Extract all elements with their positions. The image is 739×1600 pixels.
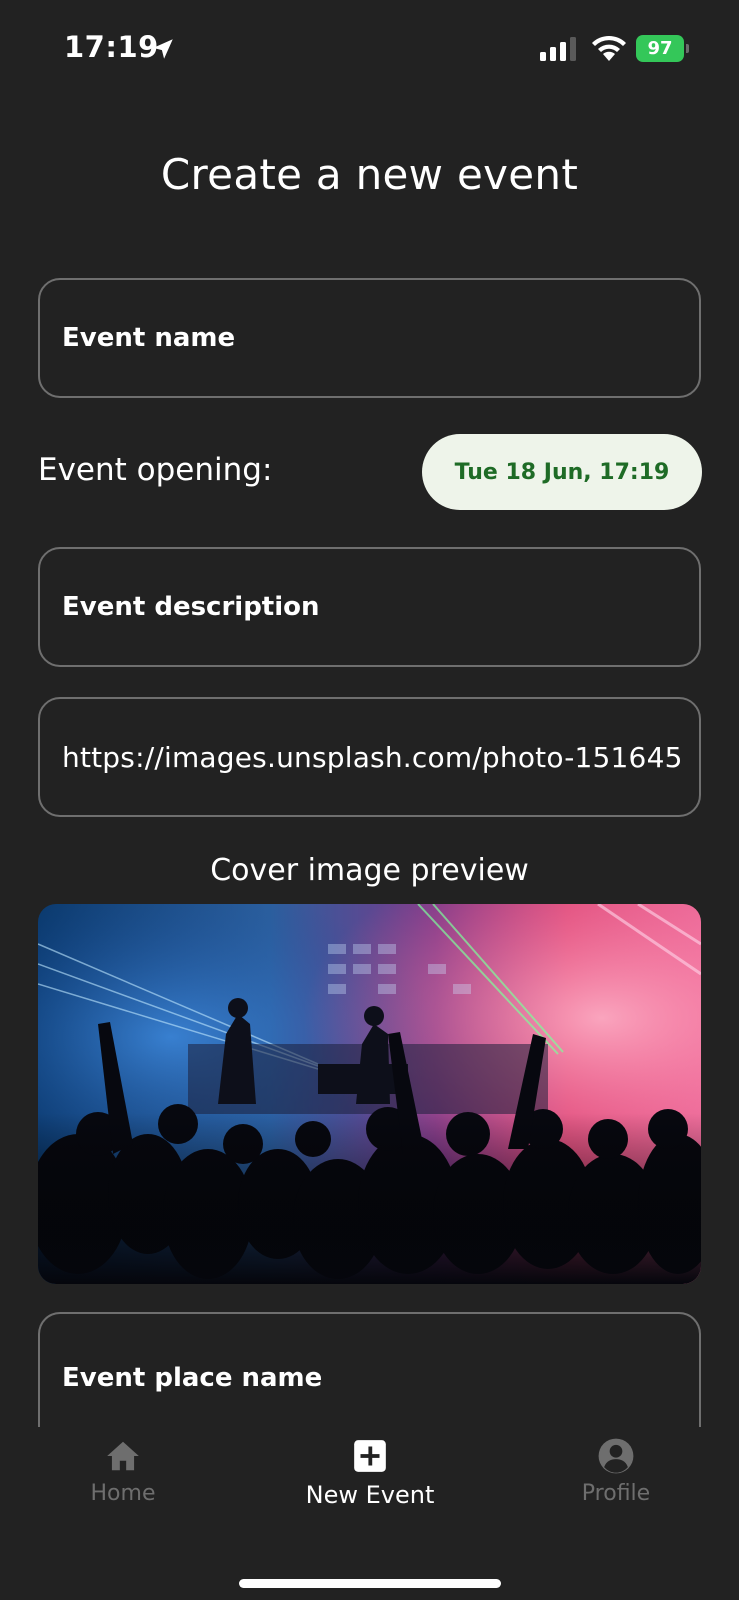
status-time: 17:19	[64, 30, 159, 64]
home-icon	[107, 1441, 139, 1471]
event-name-label: Event name	[62, 323, 236, 353]
cover-preview-caption: Cover image preview	[210, 853, 529, 888]
event-description-field[interactable]: Event description	[38, 547, 701, 667]
user-circle-icon	[598, 1438, 634, 1474]
event-place-field[interactable]: Event place name	[38, 1312, 701, 1442]
cellular-signal-icon	[540, 37, 576, 61]
home-indicator[interactable]	[239, 1579, 501, 1588]
cover-url-value: https://images.unsplash.com/photo-151645	[62, 740, 683, 774]
event-opening-label: Event opening:	[38, 452, 273, 488]
cover-image-preview	[38, 904, 701, 1284]
bottom-tab-bar: Home New Event Profile	[0, 1427, 739, 1600]
tab-home[interactable]: Home	[23, 1437, 223, 1506]
wifi-icon	[592, 35, 626, 61]
cover-url-field[interactable]: https://images.unsplash.com/photo-151645	[38, 697, 701, 817]
tab-profile[interactable]: Profile	[516, 1437, 716, 1506]
status-bar: 17:19 97	[0, 0, 739, 100]
plus-square-icon	[354, 1440, 386, 1472]
location-arrow-icon	[153, 39, 173, 59]
tab-new-event[interactable]: New Event	[270, 1437, 470, 1509]
event-description-label: Event description	[62, 592, 320, 622]
tab-home-label: Home	[90, 1481, 156, 1506]
battery-icon: 97	[636, 35, 689, 62]
event-opening-date-button[interactable]: Tue 18 Jun, 17:19	[422, 434, 702, 510]
event-name-field[interactable]: Event name	[38, 278, 701, 398]
tab-profile-label: Profile	[581, 1481, 651, 1506]
tab-new-event-label: New Event	[305, 1481, 435, 1509]
page-title: Create a new event	[160, 150, 579, 199]
battery-tip	[686, 44, 689, 53]
battery-level: 97	[636, 35, 684, 62]
event-place-label: Event place name	[62, 1363, 323, 1393]
